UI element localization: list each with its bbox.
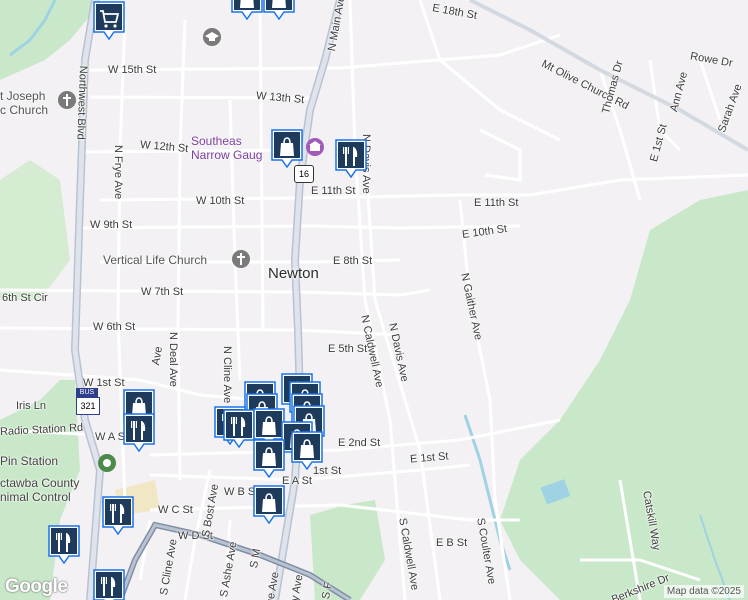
shopping-marker[interactable] [252,484,286,525]
graduation-cap-icon[interactable] [202,27,222,47]
shopping-bag-icon [263,0,295,21]
label-w-7th: W 7th St [141,286,184,298]
town-label-newton: Newton [268,265,319,282]
place-pin-icon[interactable] [97,453,117,473]
shopping-bag-icon [253,485,285,525]
poi-southeast-line2[interactable]: Narrow Gaug [191,149,262,162]
shopping-cart-icon [93,1,125,41]
label-n-frye: N Frye Ave [112,145,124,200]
label-e-11th-a: E 11th St [311,185,356,197]
label-e-11th-b: E 11th St [474,197,519,209]
poi-st-joseph-line2[interactable]: c Church [0,104,48,117]
shopping-marker[interactable] [270,128,304,169]
label-n-deal: N Deal Ave [167,332,179,387]
fork-knife-icon [93,569,125,600]
fork-knife-icon [335,139,367,179]
poi-pin-station[interactable]: Pin Station [0,455,58,468]
park-west-upper [0,160,70,300]
label-6th-cir: 6th St Cir [2,292,48,304]
grocery-marker[interactable] [92,0,126,41]
fork-knife-icon [223,409,255,449]
cross-icon[interactable] [57,90,77,110]
park-east [500,190,748,600]
restaurant-marker[interactable] [92,568,126,600]
cross-icon[interactable] [231,249,251,269]
shopping-marker[interactable] [262,0,296,21]
restaurant-marker[interactable] [122,412,156,453]
label-e-2nd: E 2nd St [338,437,381,449]
label-iris-ln: Iris Ln [16,400,46,412]
label-e-a: E A St [282,475,312,487]
shopping-bag-icon [291,431,323,471]
label-w-c: W C St [158,504,193,516]
map-data-attribution[interactable]: Map data ©2025 [663,585,744,598]
poi-southeast-line1[interactable]: Southeas [191,135,242,148]
shopping-bag-icon [253,439,285,479]
label-w-10th: W 10th St [196,195,245,207]
label-e-8th: E 8th St [333,255,373,267]
label-w-9th: W 9th St [90,219,133,231]
fork-knife-icon [48,525,80,565]
shopping-marker[interactable] [252,438,286,479]
restaurant-marker[interactable] [47,524,81,565]
shopping-bag-icon [271,129,303,169]
label-n-cline: N Cline Ave [221,346,233,404]
bus-route-tag: BUS [76,388,98,397]
poi-catawba-line2[interactable]: nimal Control [0,491,71,504]
shopping-marker[interactable] [290,430,324,471]
fork-knife-icon [123,413,155,453]
shopping-marker[interactable] [230,0,264,21]
label-w-15th: W 15th St [108,64,157,76]
poi-vertical-life[interactable]: Vertical Life Church [103,254,207,267]
label-e-b: E B St [436,537,468,549]
label-e-5th: E 5th St [328,343,368,355]
route-321-shield: 321 [76,397,100,415]
poi-catawba-line1[interactable]: ctawba County [0,477,79,490]
museum-icon[interactable] [305,137,325,157]
restaurant-marker[interactable] [334,138,368,179]
map-canvas[interactable]: W 15th St W 13th St W 12th St W 10th St … [0,0,748,600]
label-w-6th: W 6th St [93,321,136,333]
restaurant-marker[interactable] [101,495,135,536]
poi-st-joseph-line1[interactable]: t Joseph [0,90,45,103]
fork-knife-icon [102,496,134,536]
shopping-bag-icon [231,0,263,21]
restaurant-marker[interactable] [222,408,256,449]
google-logo[interactable]: Google [5,576,68,598]
